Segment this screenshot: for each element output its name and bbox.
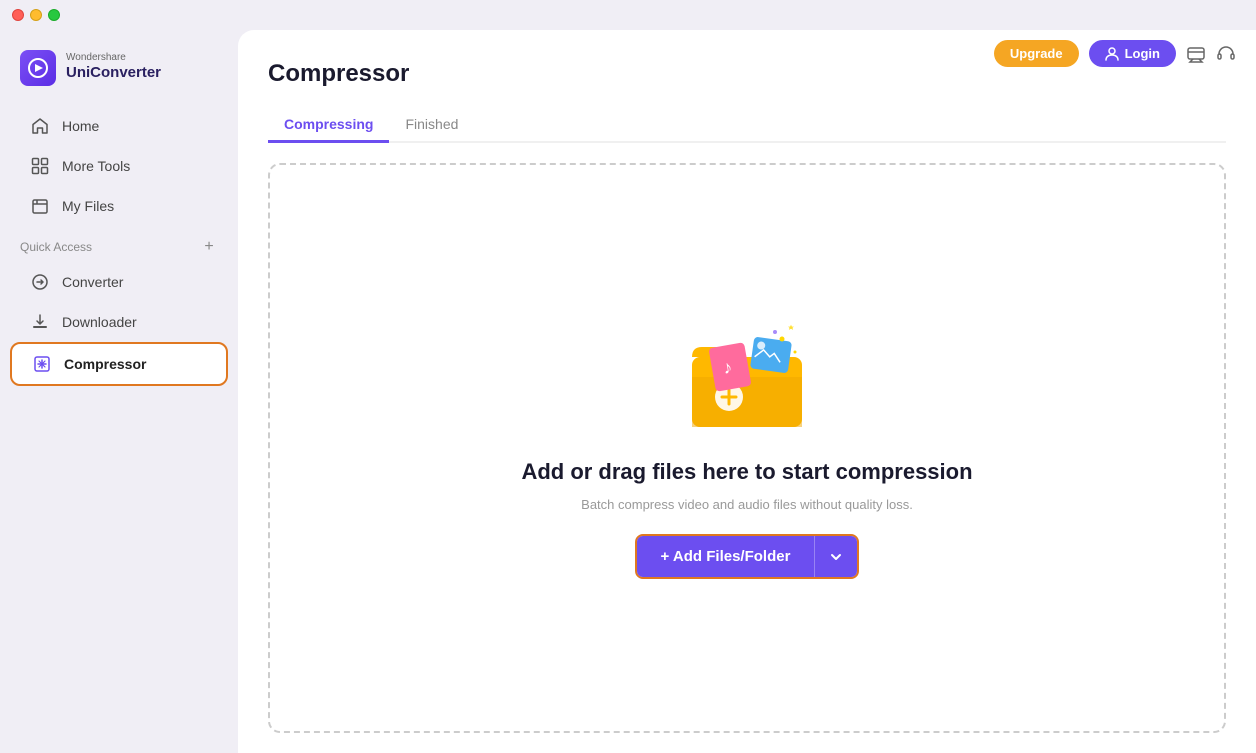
app-container: Wondershare UniConverter Home: [0, 30, 1256, 753]
downloader-icon: [30, 312, 50, 332]
maximize-button[interactable]: [48, 9, 60, 21]
header-bar: Upgrade Login: [974, 30, 1256, 77]
minimize-button[interactable]: [30, 9, 42, 21]
logo-product: UniConverter: [66, 63, 161, 83]
user-icon: [1105, 47, 1119, 61]
drop-main-text: Add or drag files here to start compress…: [521, 459, 972, 485]
logo-brand: Wondershare: [66, 53, 161, 63]
files-icon: [30, 196, 50, 216]
tab-finished[interactable]: Finished: [389, 108, 474, 143]
tools-icon: [30, 156, 50, 176]
add-files-button[interactable]: + Add Files/Folder: [637, 536, 815, 577]
compressor-icon: [32, 354, 52, 374]
drop-zone[interactable]: ♪ Add or drag files here to start compre…: [268, 163, 1226, 733]
sidebar-item-home-label: Home: [62, 118, 99, 134]
folder-illustration: ♪: [677, 317, 817, 437]
main-content: Upgrade Login: [238, 30, 1256, 753]
upgrade-button[interactable]: Upgrade: [994, 40, 1079, 67]
sidebar-item-converter[interactable]: Converter: [10, 262, 228, 302]
tabs: Compressing Finished: [268, 108, 1226, 143]
sidebar-item-compressor[interactable]: Compressor: [10, 342, 228, 386]
folder-svg: ♪: [677, 317, 817, 437]
add-files-label: + Add Files/Folder: [661, 548, 791, 565]
sidebar-item-more-tools-label: More Tools: [62, 158, 130, 174]
traffic-lights: [12, 9, 60, 21]
add-files-dropdown-button[interactable]: [814, 536, 857, 577]
headphones-button[interactable]: [1216, 44, 1236, 64]
sidebar-item-my-files[interactable]: My Files: [10, 186, 228, 226]
support-icon: [1186, 44, 1206, 64]
chevron-down-icon: [829, 550, 843, 564]
sidebar-item-compressor-label: Compressor: [64, 356, 146, 372]
sidebar-item-downloader[interactable]: Downloader: [10, 302, 228, 342]
sidebar-item-converter-label: Converter: [62, 274, 123, 290]
sidebar-item-downloader-label: Downloader: [62, 314, 137, 330]
close-button[interactable]: [12, 9, 24, 21]
logo-text: Wondershare UniConverter: [66, 53, 161, 83]
quick-access-add-button[interactable]: +: [200, 238, 218, 256]
quick-access-header: Quick Access +: [0, 226, 238, 262]
logo-area: Wondershare UniConverter: [0, 40, 238, 106]
login-label: Login: [1125, 46, 1160, 61]
support-button[interactable]: [1186, 44, 1206, 64]
title-bar: [0, 0, 1256, 30]
tab-compressing[interactable]: Compressing: [268, 108, 389, 143]
drop-sub-text: Batch compress video and audio files wit…: [581, 497, 913, 512]
home-icon: [30, 116, 50, 136]
headphones-icon: [1216, 44, 1236, 64]
sidebar: Wondershare UniConverter Home: [0, 30, 238, 753]
login-button[interactable]: Login: [1089, 40, 1176, 67]
quick-access-label: Quick Access: [20, 240, 92, 254]
sidebar-item-my-files-label: My Files: [62, 198, 114, 214]
sidebar-item-more-tools[interactable]: More Tools: [10, 146, 228, 186]
converter-icon: [30, 272, 50, 292]
add-files-container: + Add Files/Folder: [635, 534, 860, 579]
logo-icon: [20, 50, 56, 86]
sidebar-item-home[interactable]: Home: [10, 106, 228, 146]
